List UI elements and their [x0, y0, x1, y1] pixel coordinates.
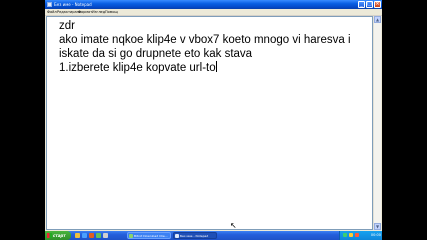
notepad-title-bar[interactable]: Без име - Notepad _ □ × — [45, 0, 382, 9]
window-title: Без име - Notepad — [54, 2, 92, 7]
task-label: Bitrot Download Clie... — [134, 234, 168, 238]
quick-launch — [75, 233, 123, 238]
taskbar-item-download-client[interactable]: Bitrot Download Clie... — [127, 232, 171, 239]
scroll-up-button[interactable]: ▲ — [374, 16, 381, 23]
windows-logo-icon — [47, 233, 52, 238]
mouse-pointer-icon: ↖ — [230, 221, 237, 230]
app-launcher-icon[interactable] — [103, 233, 108, 238]
start-button[interactable]: старт — [45, 231, 71, 240]
text-caret — [215, 61, 217, 72]
menu-bar: Файл Редактиране Формат Изглед Помощ — [45, 9, 382, 16]
task-label: Без име - Notepad — [180, 234, 209, 238]
menu-view[interactable]: Изглед — [92, 9, 105, 15]
minimize-button[interactable]: _ — [358, 1, 365, 8]
scroll-down-button[interactable]: ▼ — [374, 223, 381, 230]
menu-file[interactable]: Файл — [47, 9, 57, 15]
media-player-icon[interactable] — [89, 233, 94, 238]
menu-format[interactable]: Формат — [78, 9, 92, 15]
desktop-screen: Без име - Notepad _ □ × Файл Редактиране… — [45, 0, 382, 240]
vertical-scrollbar[interactable]: ▲ ▼ — [373, 16, 381, 230]
document-text[interactable]: zdr ako imate nqkoe klip4e v vbox7 koeto… — [59, 19, 359, 75]
taskbar: старт Bitrot Download Clie... Без име - … — [45, 231, 382, 240]
close-button[interactable]: × — [374, 1, 381, 8]
clock[interactable]: 00:00 — [371, 231, 381, 240]
taskbar-item-notepad[interactable]: Без име - Notepad — [173, 232, 217, 239]
text-editor[interactable]: zdr ako imate nqkoe klip4e v vbox7 koeto… — [46, 16, 373, 230]
network-icon[interactable] — [343, 233, 347, 237]
document-content: zdr ako imate nqkoe klip4e v vbox7 koeto… — [59, 20, 351, 74]
messenger-icon[interactable] — [96, 233, 101, 238]
start-label: старт — [53, 233, 66, 238]
menu-help[interactable]: Помощ — [105, 9, 118, 15]
notepad-icon — [47, 2, 52, 7]
security-icon[interactable] — [355, 233, 359, 237]
notepad-icon — [175, 234, 179, 238]
volume-icon[interactable] — [349, 233, 353, 237]
download-client-icon — [129, 234, 133, 238]
show-desktop-icon[interactable] — [75, 233, 80, 238]
maximize-button[interactable]: □ — [366, 1, 373, 8]
system-tray: 00:00 — [339, 231, 382, 240]
browser-icon[interactable] — [82, 233, 87, 238]
